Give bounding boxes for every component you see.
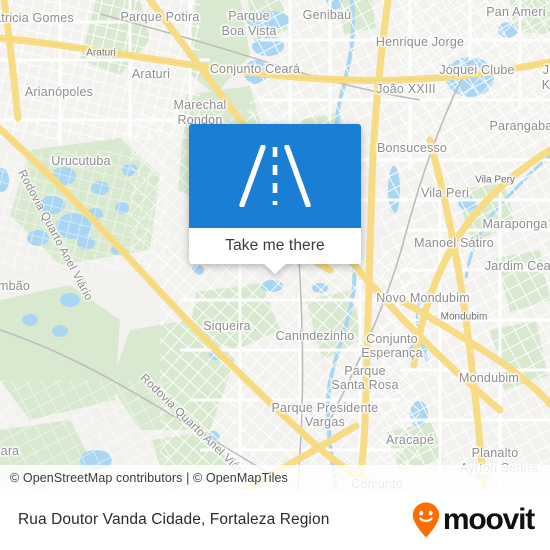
map-attribution-bar: © OpenStreetMap contributors | © OpenMap… xyxy=(0,465,550,490)
footer-bar: Rua Doutor Vanda Cidade, Fortaleza Regio… xyxy=(0,490,550,550)
popup-image-panel xyxy=(189,124,361,228)
popup-pointer xyxy=(263,263,287,274)
moovit-wordmark: moovit xyxy=(442,503,535,536)
take-me-there-button[interactable]: Take me there xyxy=(189,228,361,264)
map-popup[interactable]: Take me there xyxy=(189,124,361,274)
map-canvas[interactable]: atricia Gomes Parque Potira Parque Boa Vist… xyxy=(0,0,550,490)
location-title: Rua Doutor Vanda Cidade, Fortaleza Regio… xyxy=(18,511,330,528)
moovit-pin-icon xyxy=(412,502,440,538)
attribution-text[interactable]: © OpenStreetMap contributors | © OpenMap… xyxy=(0,471,288,485)
take-me-there-label: Take me there xyxy=(225,237,325,254)
moovit-logo[interactable]: moovit xyxy=(411,501,535,539)
road-icon xyxy=(239,145,311,207)
